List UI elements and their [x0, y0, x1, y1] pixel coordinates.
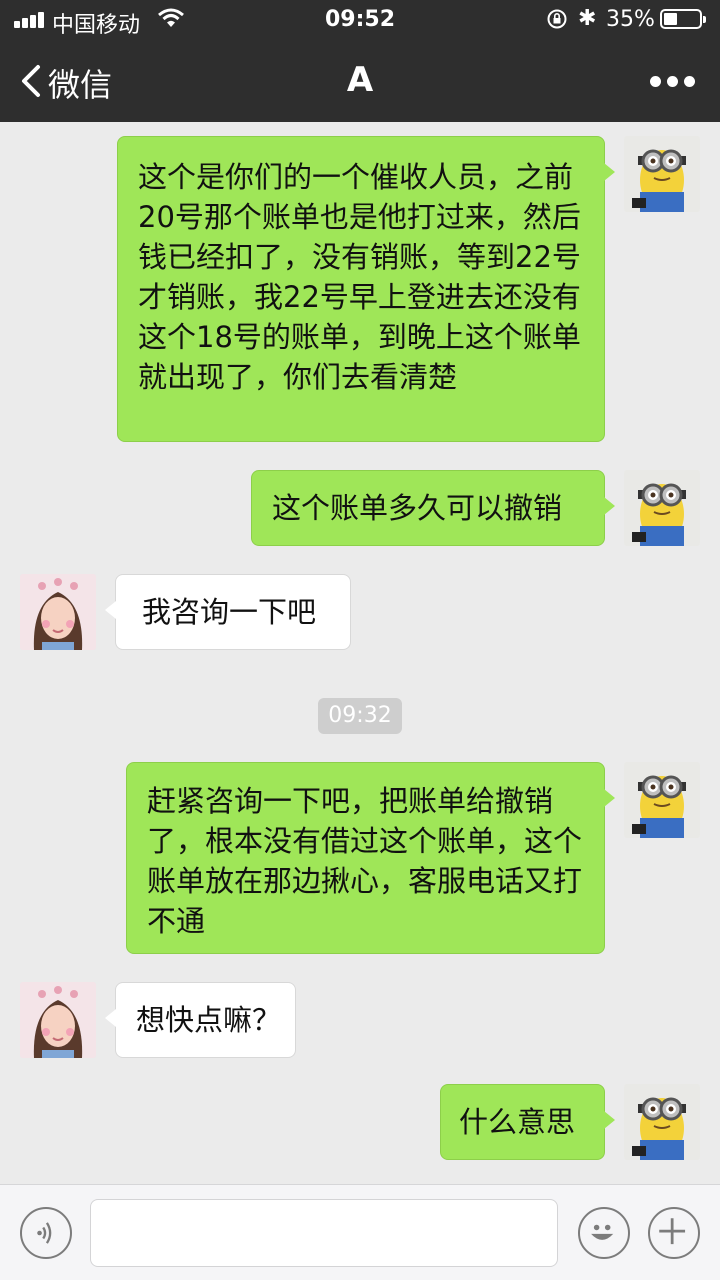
- status-bar: 中国移动 09:52 ✱ 35%: [0, 0, 720, 40]
- contact-avatar-image: [20, 574, 96, 650]
- contact-avatar[interactable]: [20, 574, 96, 650]
- input-bar: [0, 1184, 720, 1280]
- bluetooth-icon: ✱: [578, 6, 597, 31]
- minion-avatar-image: [632, 149, 686, 212]
- minion-avatar-image: [632, 1097, 686, 1160]
- minion-avatar[interactable]: [624, 1084, 700, 1160]
- top-bar: 中国移动 09:52 ✱ 35% 微信 A: [0, 0, 720, 122]
- message-bubble-sent[interactable]: 赶紧咨询一下吧，把账单给撤销了，根本没有借过这个账单，这个账单放在那边揪心，客服…: [126, 762, 615, 954]
- message-text: 什么意思: [459, 1105, 576, 1139]
- message-bubble-received[interactable]: 我咨询一下吧: [105, 574, 351, 650]
- battery-icon: [660, 9, 706, 29]
- message-bubble-sent[interactable]: 什么意思: [440, 1084, 615, 1160]
- contact-avatar-image: [20, 982, 96, 1058]
- minion-avatar-image: [632, 483, 686, 546]
- message-text: 这个是你们的一个催收人员，之前20号那个账单也是他打过来，然后钱已经扣了，没有销…: [138, 160, 581, 394]
- minion-avatar[interactable]: [624, 762, 700, 838]
- emoji-face: [591, 1224, 614, 1240]
- nav-bar: 微信 A: [0, 40, 720, 122]
- message-text: 想快点嘛？: [136, 1003, 282, 1037]
- voice-waves: [37, 1222, 52, 1244]
- voice-icon[interactable]: [20, 1207, 72, 1259]
- message-input[interactable]: [90, 1199, 558, 1267]
- minion-avatar-image: [632, 775, 686, 838]
- minion-avatar[interactable]: [624, 470, 700, 546]
- message-bubble-sent[interactable]: 这个账单多久可以撤销: [251, 470, 615, 546]
- emoji-icon[interactable]: [578, 1207, 630, 1259]
- more-icon[interactable]: [650, 76, 696, 88]
- message-text: 赶紧咨询一下吧，把账单给撤销了，根本没有借过这个账单，这个账单放在那边揪心，客服…: [147, 784, 583, 938]
- minion-avatar[interactable]: [624, 136, 700, 212]
- timestamp-badge: 09:32: [318, 698, 402, 734]
- message-bubble-received[interactable]: 想快点嘛？: [105, 982, 296, 1058]
- chat-area[interactable]: 这个是你们的一个催收人员，之前20号那个账单也是他打过来，然后钱已经扣了，没有销…: [0, 122, 720, 1184]
- chat-title: A: [346, 60, 374, 100]
- plus-icon[interactable]: [648, 1207, 700, 1259]
- message-text: 这个账单多久可以撤销: [272, 491, 563, 525]
- battery-percent: 35%: [606, 7, 655, 32]
- plus-sign: [659, 1218, 686, 1245]
- rotation-lock-icon: [547, 9, 567, 29]
- contact-avatar[interactable]: [20, 982, 96, 1058]
- message-bubble-sent[interactable]: 这个是你们的一个催收人员，之前20号那个账单也是他打过来，然后钱已经扣了，没有销…: [117, 136, 615, 442]
- message-text: 我咨询一下吧: [142, 595, 317, 629]
